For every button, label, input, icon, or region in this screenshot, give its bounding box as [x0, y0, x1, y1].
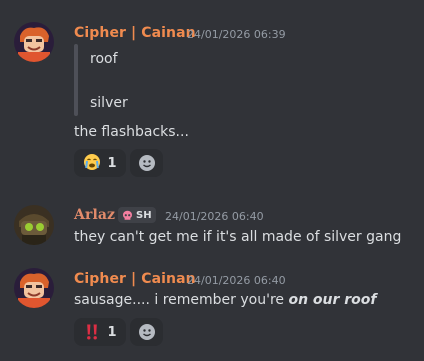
- reaction-count: 1: [107, 324, 117, 340]
- add-reaction-button[interactable]: [130, 318, 163, 346]
- author-name[interactable]: Cipher | Cainan: [74, 271, 196, 287]
- message-text-plain: sausage.... i remember you're: [74, 292, 289, 308]
- quote-bar: [74, 44, 78, 116]
- reaction-count: 1: [107, 155, 117, 171]
- author-name[interactable]: Arlaz: [74, 207, 115, 223]
- red-haired-character-avatar-icon: [14, 268, 54, 308]
- message-timestamp: 24/01/2026 06:40: [165, 210, 264, 223]
- avatar-cipher[interactable]: [14, 268, 54, 308]
- red-haired-character-avatar-icon: [14, 22, 54, 62]
- message-text: they can't get me if it's all made of si…: [74, 229, 402, 245]
- goggles-character-avatar-icon: [14, 205, 54, 245]
- server-tag-badge[interactable]: SH: [118, 207, 156, 223]
- quote-line-1: roof: [90, 51, 118, 67]
- add-reaction-smile-icon: [138, 155, 155, 171]
- message-text-emphasis: on our roof: [288, 292, 377, 308]
- reaction-crying-face[interactable]: 1: [74, 149, 126, 177]
- reaction-double-exclamation[interactable]: 1: [74, 318, 126, 346]
- double-exclamation-icon: [87, 324, 98, 340]
- message-text: the flashbacks...: [74, 124, 189, 140]
- add-reaction-smile-icon: [138, 324, 155, 340]
- message-timestamp: 24/01/2026 06:39: [187, 28, 286, 41]
- skull-icon: [123, 210, 132, 220]
- avatar-cipher[interactable]: [14, 22, 54, 62]
- add-reaction-button[interactable]: [130, 149, 163, 177]
- message-timestamp: 24/01/2026 06:40: [187, 274, 286, 287]
- quote-line-2: silver: [90, 95, 128, 111]
- author-name[interactable]: Cipher | Cainan: [74, 25, 196, 41]
- message-text: sausage.... i remember you're on our roo…: [74, 292, 377, 308]
- server-tag-label: SH: [136, 209, 152, 221]
- avatar-arlaz[interactable]: [14, 205, 54, 245]
- crying-face-icon: [83, 153, 101, 174]
